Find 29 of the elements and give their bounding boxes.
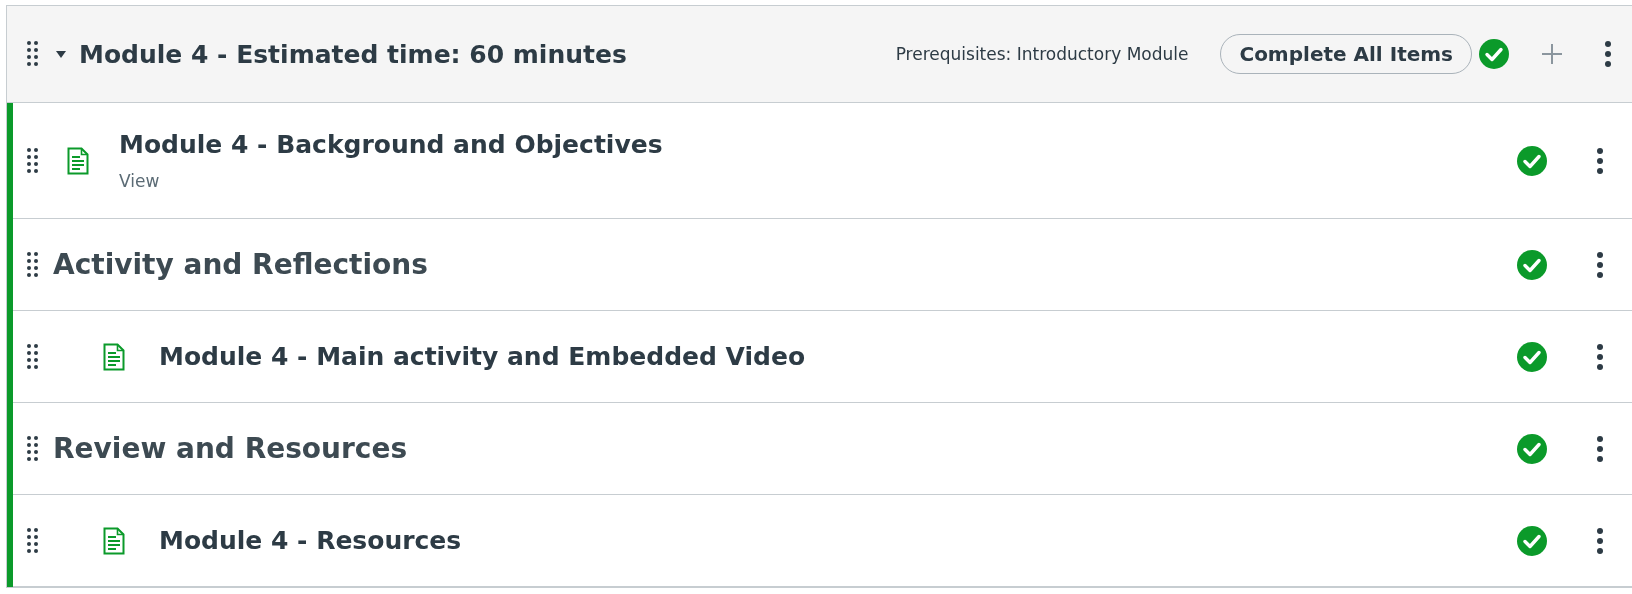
drag-handle-icon[interactable] xyxy=(27,526,39,555)
item-title[interactable]: Module 4 - Background and Objectives xyxy=(119,130,1516,159)
drag-handle-icon[interactable] xyxy=(27,250,39,279)
document-icon xyxy=(67,146,89,175)
document-icon xyxy=(103,342,125,371)
more-options-icon[interactable] xyxy=(1596,526,1604,555)
caret-icon[interactable] xyxy=(55,49,67,59)
subheader-title: Activity and Reflections xyxy=(53,248,429,281)
item-title[interactable]: Module 4 - Resources xyxy=(159,526,1516,555)
more-options-icon[interactable] xyxy=(1604,40,1612,68)
more-options-icon[interactable] xyxy=(1596,434,1604,463)
drag-handle-icon[interactable] xyxy=(27,342,39,371)
module-item[interactable]: Module 4 - Resources xyxy=(13,495,1632,587)
module-item[interactable]: Module 4 - Main activity and Embedded Video xyxy=(13,311,1632,403)
drag-handle-icon[interactable] xyxy=(27,434,39,463)
add-icon[interactable] xyxy=(1540,42,1564,66)
item-requirement: View xyxy=(119,171,161,191)
prerequisites-text: Prerequisites: Introductory Module xyxy=(895,44,1189,64)
subheader-title: Review and Resources xyxy=(53,432,409,465)
drag-handle-icon[interactable] xyxy=(27,146,39,175)
more-options-icon[interactable] xyxy=(1596,342,1604,371)
drag-handle-icon[interactable] xyxy=(27,40,39,68)
more-options-icon[interactable] xyxy=(1596,250,1604,279)
module-item[interactable]: Module 4 - Background and Objectives View xyxy=(13,103,1632,219)
document-icon xyxy=(103,526,125,555)
item-title[interactable]: Module 4 - Main activity and Embedded Video xyxy=(159,342,1516,371)
module-title: Module 4 - Estimated time: 60 minutes xyxy=(79,39,628,69)
more-options-icon[interactable] xyxy=(1596,146,1604,175)
requirement-pill: Complete All Items xyxy=(1220,34,1472,74)
